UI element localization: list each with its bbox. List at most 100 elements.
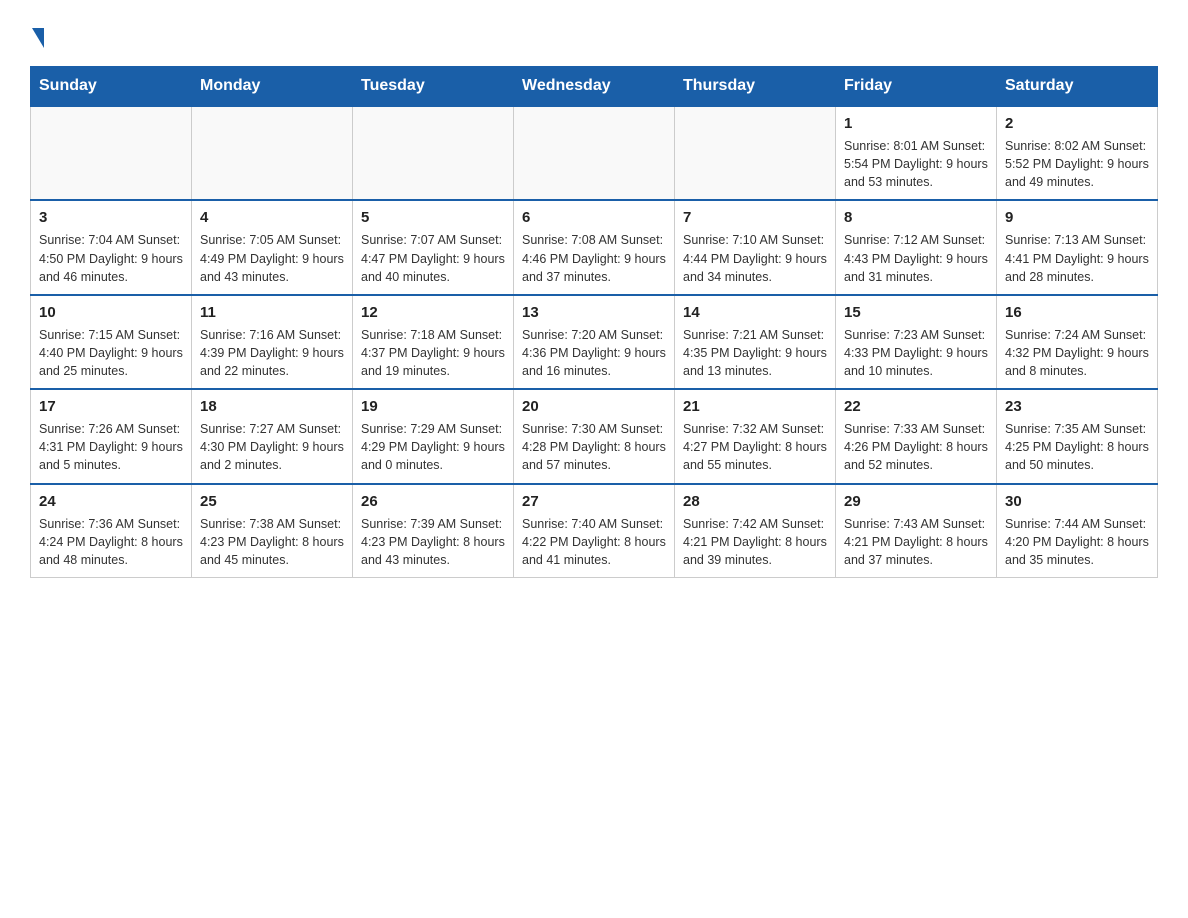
calendar-cell: 4 Sunrise: 7:05 AM Sunset: 4:49 PM Daylig… — [192, 200, 353, 294]
day-number: 7 — [683, 207, 827, 228]
day-number: 25 — [200, 491, 344, 512]
day-info: Sunrise: 7:05 AM Sunset: 4:49 PM Dayligh… — [200, 231, 344, 285]
day-number: 16 — [1005, 302, 1149, 323]
day-info: Sunrise: 7:12 AM Sunset: 4:43 PM Dayligh… — [844, 231, 988, 285]
calendar-cell: 22 Sunrise: 7:33 AM Sunset: 4:26 PM Dayli… — [836, 389, 997, 483]
calendar-cell: 10 Sunrise: 7:15 AM Sunset: 4:40 PM Dayli… — [31, 295, 192, 389]
day-number: 1 — [844, 113, 988, 134]
day-info: Sunrise: 7:10 AM Sunset: 4:44 PM Dayligh… — [683, 231, 827, 285]
calendar-cell — [31, 106, 192, 200]
weekday-header-monday: Monday — [192, 67, 353, 107]
calendar-cell: 28Sunrise: 7:42 AM Sunset: 4:21 PM Dayli… — [675, 484, 836, 578]
calendar-header-row: SundayMondayTuesdayWednesdayThursdayFrid… — [31, 67, 1158, 107]
day-number: 15 — [844, 302, 988, 323]
day-info: Sunrise: 7:26 AM Sunset: 4:31 PM Dayligh… — [39, 420, 183, 474]
calendar-cell: 9 Sunrise: 7:13 AM Sunset: 4:41 PM Daylig… — [997, 200, 1158, 294]
day-info: Sunrise: 7:23 AM Sunset: 4:33 PM Dayligh… — [844, 326, 988, 380]
weekday-header-wednesday: Wednesday — [514, 67, 675, 107]
calendar-cell: 15 Sunrise: 7:23 AM Sunset: 4:33 PM Dayli… — [836, 295, 997, 389]
day-info: Sunrise: 7:39 AM Sunset: 4:23 PM Dayligh… — [361, 515, 505, 569]
calendar-cell: 3 Sunrise: 7:04 AM Sunset: 4:50 PM Daylig… — [31, 200, 192, 294]
logo-arrow-icon — [32, 28, 44, 48]
day-info: Sunrise: 7:42 AM Sunset: 4:21 PM Dayligh… — [683, 515, 827, 569]
weekday-header-friday: Friday — [836, 67, 997, 107]
calendar-cell: 25 Sunrise: 7:38 AM Sunset: 4:23 PM Dayli… — [192, 484, 353, 578]
calendar-cell — [675, 106, 836, 200]
calendar-cell — [353, 106, 514, 200]
calendar-week-row: 3 Sunrise: 7:04 AM Sunset: 4:50 PM Daylig… — [31, 200, 1158, 294]
calendar-cell: 26 Sunrise: 7:39 AM Sunset: 4:23 PM Dayli… — [353, 484, 514, 578]
calendar-cell: 19 Sunrise: 7:29 AM Sunset: 4:29 PM Dayli… — [353, 389, 514, 483]
day-info: Sunrise: 7:32 AM Sunset: 4:27 PM Dayligh… — [683, 420, 827, 474]
day-info: Sunrise: 7:15 AM Sunset: 4:40 PM Dayligh… — [39, 326, 183, 380]
day-info: Sunrise: 7:18 AM Sunset: 4:37 PM Dayligh… — [361, 326, 505, 380]
calendar-cell: 17 Sunrise: 7:26 AM Sunset: 4:31 PM Dayli… — [31, 389, 192, 483]
page-header — [30, 24, 1158, 48]
day-info: Sunrise: 7:44 AM Sunset: 4:20 PM Dayligh… — [1005, 515, 1149, 569]
day-number: 18 — [200, 396, 344, 417]
day-number: 20 — [522, 396, 666, 417]
weekday-header-thursday: Thursday — [675, 67, 836, 107]
day-number: 17 — [39, 396, 183, 417]
calendar-cell: 5 Sunrise: 7:07 AM Sunset: 4:47 PM Daylig… — [353, 200, 514, 294]
day-info: Sunrise: 7:13 AM Sunset: 4:41 PM Dayligh… — [1005, 231, 1149, 285]
day-info: Sunrise: 7:20 AM Sunset: 4:36 PM Dayligh… — [522, 326, 666, 380]
day-info: Sunrise: 7:24 AM Sunset: 4:32 PM Dayligh… — [1005, 326, 1149, 380]
calendar-cell: 1Sunrise: 8:01 AM Sunset: 5:54 PM Daylig… — [836, 106, 997, 200]
calendar-cell: 13 Sunrise: 7:20 AM Sunset: 4:36 PM Dayli… — [514, 295, 675, 389]
day-number: 4 — [200, 207, 344, 228]
calendar-cell: 8 Sunrise: 7:12 AM Sunset: 4:43 PM Daylig… — [836, 200, 997, 294]
calendar-cell: 23 Sunrise: 7:35 AM Sunset: 4:25 PM Dayli… — [997, 389, 1158, 483]
calendar-cell: 20 Sunrise: 7:30 AM Sunset: 4:28 PM Dayli… — [514, 389, 675, 483]
weekday-header-saturday: Saturday — [997, 67, 1158, 107]
calendar-cell: 14 Sunrise: 7:21 AM Sunset: 4:35 PM Dayli… — [675, 295, 836, 389]
day-info: Sunrise: 7:07 AM Sunset: 4:47 PM Dayligh… — [361, 231, 505, 285]
day-number: 5 — [361, 207, 505, 228]
day-number: 10 — [39, 302, 183, 323]
logo — [30, 24, 44, 48]
day-number: 26 — [361, 491, 505, 512]
day-number: 30 — [1005, 491, 1149, 512]
day-number: 13 — [522, 302, 666, 323]
calendar-cell: 11Sunrise: 7:16 AM Sunset: 4:39 PM Dayli… — [192, 295, 353, 389]
calendar-cell: 30 Sunrise: 7:44 AM Sunset: 4:20 PM Dayli… — [997, 484, 1158, 578]
day-info: Sunrise: 7:36 AM Sunset: 4:24 PM Dayligh… — [39, 515, 183, 569]
day-info: Sunrise: 7:38 AM Sunset: 4:23 PM Dayligh… — [200, 515, 344, 569]
day-info: Sunrise: 7:16 AM Sunset: 4:39 PM Dayligh… — [200, 326, 344, 380]
day-number: 8 — [844, 207, 988, 228]
day-number: 6 — [522, 207, 666, 228]
calendar-week-row: 10 Sunrise: 7:15 AM Sunset: 4:40 PM Dayli… — [31, 295, 1158, 389]
day-number: 19 — [361, 396, 505, 417]
day-number: 3 — [39, 207, 183, 228]
day-number: 12 — [361, 302, 505, 323]
weekday-header-sunday: Sunday — [31, 67, 192, 107]
calendar-cell — [514, 106, 675, 200]
calendar-cell — [192, 106, 353, 200]
day-info: Sunrise: 7:35 AM Sunset: 4:25 PM Dayligh… — [1005, 420, 1149, 474]
calendar-cell: 12 Sunrise: 7:18 AM Sunset: 4:37 PM Dayli… — [353, 295, 514, 389]
day-info: Sunrise: 7:21 AM Sunset: 4:35 PM Dayligh… — [683, 326, 827, 380]
calendar-table: SundayMondayTuesdayWednesdayThursdayFrid… — [30, 66, 1158, 578]
day-info: Sunrise: 7:04 AM Sunset: 4:50 PM Dayligh… — [39, 231, 183, 285]
weekday-header-tuesday: Tuesday — [353, 67, 514, 107]
calendar-week-row: 24Sunrise: 7:36 AM Sunset: 4:24 PM Dayli… — [31, 484, 1158, 578]
calendar-cell: 18Sunrise: 7:27 AM Sunset: 4:30 PM Dayli… — [192, 389, 353, 483]
day-number: 14 — [683, 302, 827, 323]
calendar-cell: 27 Sunrise: 7:40 AM Sunset: 4:22 PM Dayli… — [514, 484, 675, 578]
calendar-cell: 24Sunrise: 7:36 AM Sunset: 4:24 PM Dayli… — [31, 484, 192, 578]
day-number: 23 — [1005, 396, 1149, 417]
day-info: Sunrise: 7:08 AM Sunset: 4:46 PM Dayligh… — [522, 231, 666, 285]
calendar-cell: 2Sunrise: 8:02 AM Sunset: 5:52 PM Daylig… — [997, 106, 1158, 200]
day-number: 9 — [1005, 207, 1149, 228]
calendar-week-row: 17 Sunrise: 7:26 AM Sunset: 4:31 PM Dayli… — [31, 389, 1158, 483]
day-info: Sunrise: 7:29 AM Sunset: 4:29 PM Dayligh… — [361, 420, 505, 474]
day-info: Sunrise: 7:30 AM Sunset: 4:28 PM Dayligh… — [522, 420, 666, 474]
day-info: Sunrise: 7:40 AM Sunset: 4:22 PM Dayligh… — [522, 515, 666, 569]
calendar-cell: 16 Sunrise: 7:24 AM Sunset: 4:32 PM Dayli… — [997, 295, 1158, 389]
day-number: 27 — [522, 491, 666, 512]
calendar-week-row: 1Sunrise: 8:01 AM Sunset: 5:54 PM Daylig… — [31, 106, 1158, 200]
day-info: Sunrise: 7:43 AM Sunset: 4:21 PM Dayligh… — [844, 515, 988, 569]
day-number: 21 — [683, 396, 827, 417]
day-number: 22 — [844, 396, 988, 417]
day-info: Sunrise: 7:33 AM Sunset: 4:26 PM Dayligh… — [844, 420, 988, 474]
